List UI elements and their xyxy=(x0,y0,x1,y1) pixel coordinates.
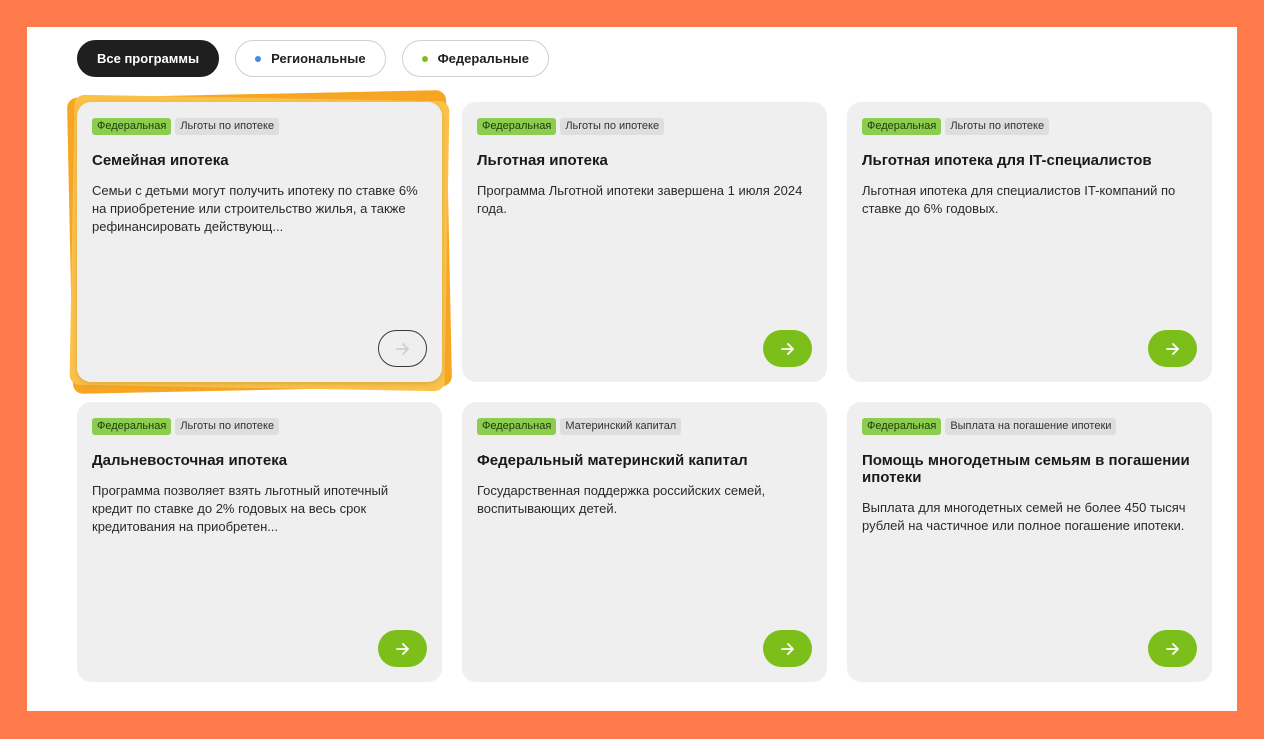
card-title: Помощь многодетным семьям в погашении ип… xyxy=(862,452,1190,486)
filter-regional[interactable]: Региональные xyxy=(235,40,386,77)
tag-category: Льготы по ипотеке xyxy=(175,118,280,135)
card-open-button[interactable] xyxy=(763,630,812,667)
program-card-far-east-mortgage[interactable]: Федеральная Льготы по ипотеке Дальневост… xyxy=(77,402,442,682)
card-tags: Федеральная Льготы по ипотеке xyxy=(477,118,812,135)
arrow-right-icon xyxy=(780,342,794,355)
card-wrapper-highlighted: Федеральная Льготы по ипотеке Семейная и… xyxy=(66,90,453,394)
card-open-button[interactable] xyxy=(1148,630,1197,667)
filter-label: Региональные xyxy=(271,51,366,66)
card-tags: Федеральная Льготы по ипотеке xyxy=(862,118,1197,135)
card-open-button[interactable] xyxy=(763,330,812,367)
program-card-it-mortgage[interactable]: Федеральная Льготы по ипотеке Льготная и… xyxy=(847,102,1212,382)
card-tags: Федеральная Льготы по ипотеке xyxy=(92,418,427,435)
card-title: Льготная ипотека для IT-специалистов xyxy=(862,152,1152,169)
card-description: Программа позволяет взять льготный ипоте… xyxy=(92,483,389,534)
filter-label: Федеральные xyxy=(437,51,529,66)
arrow-right-icon xyxy=(780,642,794,655)
program-filters: Все программы Региональные Федеральные xyxy=(77,40,549,77)
program-cards-grid: Федеральная Льготы по ипотеке Семейная и… xyxy=(66,90,1212,682)
arrow-right-icon xyxy=(1165,642,1179,655)
tag-type: Федеральная xyxy=(92,418,172,435)
program-card-maternity-capital[interactable]: Федеральная Материнский капитал Федераль… xyxy=(462,402,827,682)
card-title: Льготная ипотека xyxy=(477,152,608,169)
green-dot-icon xyxy=(421,55,428,62)
card-tags: Федеральная Материнский капитал xyxy=(477,418,812,435)
tag-type: Федеральная xyxy=(92,118,172,135)
tag-category: Выплата на погашение ипотеки xyxy=(945,418,1117,435)
arrow-right-icon xyxy=(395,342,409,355)
card-tags: Федеральная Выплата на погашение ипотеки xyxy=(862,418,1197,435)
tag-type: Федеральная xyxy=(477,418,557,435)
card-description: Льготная ипотека для специалистов IT-ком… xyxy=(862,183,1176,216)
tag-category: Льготы по ипотеке xyxy=(945,118,1050,135)
card-tags: Федеральная Льготы по ипотеке xyxy=(92,118,427,135)
arrow-right-icon xyxy=(1165,342,1179,355)
card-open-button[interactable] xyxy=(1148,330,1197,367)
tag-category: Материнский капитал xyxy=(560,418,682,435)
card-open-button[interactable] xyxy=(378,330,427,367)
filter-federal[interactable]: Федеральные xyxy=(401,40,549,77)
tag-category: Льготы по ипотеке xyxy=(560,118,665,135)
tag-category: Льготы по ипотеке xyxy=(175,418,280,435)
tag-type: Федеральная xyxy=(477,118,557,135)
filter-all-programs[interactable]: Все программы xyxy=(77,40,220,77)
blue-dot-icon xyxy=(255,55,262,62)
card-description: Выплата для многодетных семей не более 4… xyxy=(862,500,1186,533)
card-title: Дальневосточная ипотека xyxy=(92,452,288,469)
program-card-large-family-help[interactable]: Федеральная Выплата на погашение ипотеки… xyxy=(847,402,1212,682)
program-card-family-mortgage[interactable]: Федеральная Льготы по ипотеке Семейная и… xyxy=(77,102,442,382)
tag-type: Федеральная xyxy=(862,418,942,435)
arrow-right-icon xyxy=(395,642,409,655)
card-title: Федеральный материнский капитал xyxy=(477,452,748,469)
page-frame: Все программы Региональные Федеральные Ф… xyxy=(27,27,1237,711)
card-title: Семейная ипотека xyxy=(92,152,229,169)
card-description: Государственная поддержка российских сем… xyxy=(477,483,766,516)
card-open-button[interactable] xyxy=(378,630,427,667)
card-description: Семьи с детьми могут получить ипотеку по… xyxy=(92,183,418,234)
card-description: Программа Льготной ипотеки завершена 1 и… xyxy=(477,183,803,216)
tag-type: Федеральная xyxy=(862,118,942,135)
program-card-preferential-mortgage[interactable]: Федеральная Льготы по ипотеке Льготная и… xyxy=(462,102,827,382)
filter-label: Все программы xyxy=(97,51,200,66)
